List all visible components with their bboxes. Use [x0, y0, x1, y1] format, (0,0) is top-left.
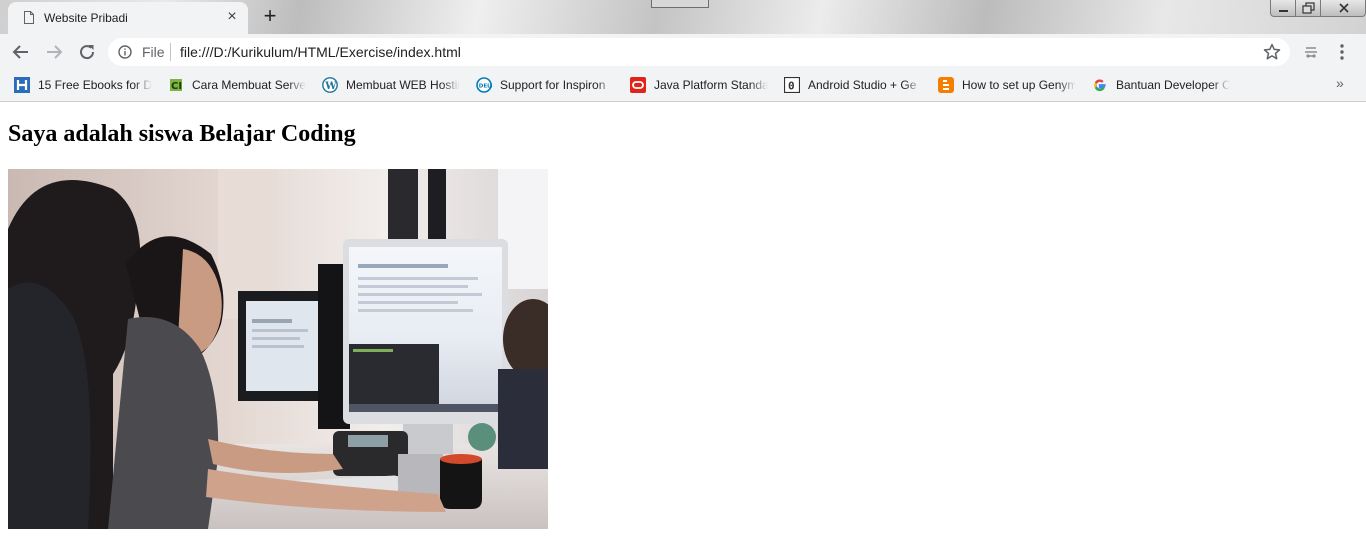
- minimize-icon: [1279, 10, 1288, 12]
- minimize-button[interactable]: [1270, 0, 1296, 17]
- bookmark-label: Membuat WEB Hostin: [346, 77, 460, 93]
- svg-text:CI: CI: [171, 81, 182, 92]
- wordpress-favicon-icon: W: [322, 77, 338, 93]
- url-scheme-label: File: [142, 44, 165, 60]
- bookmark-label: Cara Membuat Serve: [192, 77, 306, 93]
- h-favicon-icon: [14, 77, 30, 93]
- info-icon[interactable]: [118, 45, 132, 59]
- ci-favicon-icon: CI: [170, 79, 182, 92]
- blogger-favicon-icon: [938, 77, 954, 93]
- close-window-icon: [1339, 3, 1349, 13]
- tab-title: Website Pribadi: [44, 11, 128, 25]
- svg-text:0: 0: [788, 80, 795, 93]
- extension-icon[interactable]: [1303, 44, 1319, 60]
- address-separator: [170, 43, 171, 61]
- restore-icon: [1302, 2, 1315, 14]
- document-icon: [24, 11, 34, 24]
- google-favicon-icon: [1094, 79, 1106, 92]
- students-at-computers-image: [8, 169, 548, 529]
- bookmark-label: 15 Free Ebooks for D: [38, 77, 152, 93]
- svg-text:DELL: DELL: [479, 84, 492, 90]
- window-drag-handle[interactable]: [651, 0, 709, 8]
- close-tab-icon[interactable]: ×: [224, 8, 240, 26]
- restore-button[interactable]: [1295, 0, 1321, 17]
- forward-arrow-icon[interactable]: [43, 41, 65, 63]
- close-window-button[interactable]: [1320, 0, 1366, 17]
- bookmark-label: Java Platform Standa: [654, 77, 768, 93]
- back-arrow-icon[interactable]: [10, 41, 32, 63]
- dell-favicon-icon: DELL: [476, 77, 492, 93]
- url-text[interactable]: file:///D:/Kurikulum/HTML/Exercise/index…: [180, 44, 461, 60]
- bookmark-label: Android Studio + Ge: [808, 77, 922, 93]
- bookmark-label: Bantuan Developer C: [1116, 77, 1230, 93]
- svg-text:W: W: [324, 81, 337, 92]
- bookmark-label: How to set up Genym: [962, 77, 1076, 93]
- browser-tab[interactable]: Website Pribadi ×: [8, 2, 248, 34]
- title-bar: Website Pribadi × +: [0, 0, 1366, 34]
- reload-icon[interactable]: [76, 41, 98, 63]
- star-icon[interactable]: [1262, 42, 1282, 62]
- zero-favicon-icon: 0: [784, 77, 800, 93]
- page-heading: Saya adalah siswa Belajar Coding: [8, 121, 356, 147]
- new-tab-button[interactable]: +: [259, 4, 281, 28]
- bookmark-label: Support for Inspiron: [500, 77, 614, 93]
- oracle-favicon-icon: [630, 77, 646, 93]
- students-coding-photo: [8, 169, 548, 529]
- bookmarks-overflow-button[interactable]: »: [1336, 75, 1344, 91]
- kebab-menu-icon[interactable]: [1336, 42, 1348, 62]
